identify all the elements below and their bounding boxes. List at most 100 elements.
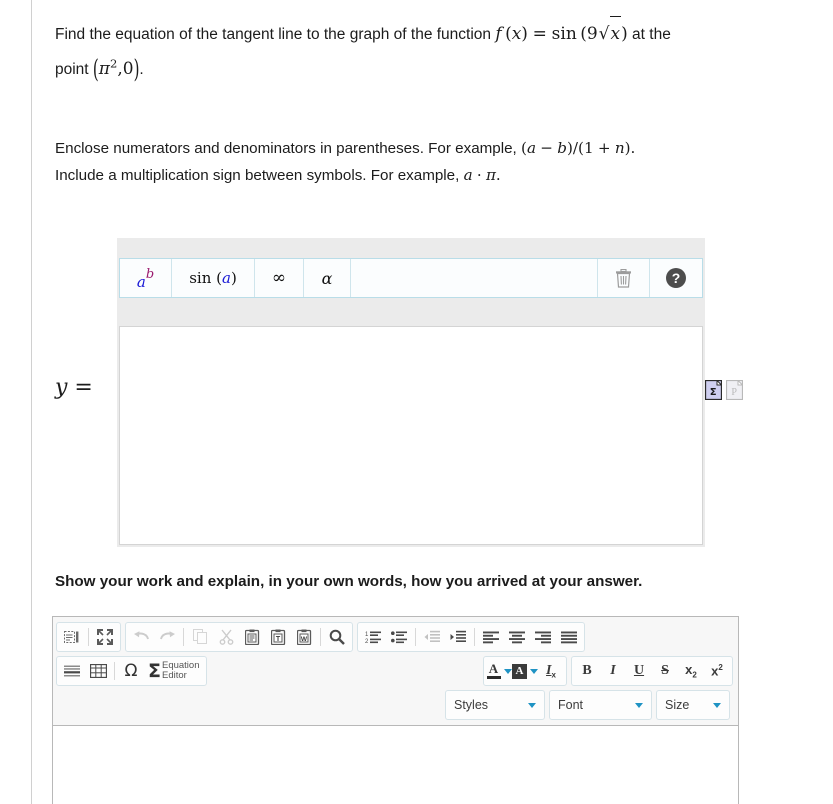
math-answer-input[interactable]: [119, 326, 703, 545]
editor-group-insert: Ω Σ Equation Editor: [56, 656, 207, 686]
svg-text:Σ: Σ: [710, 387, 717, 398]
sin-suffix-label: ): [230, 269, 237, 287]
numbered-list-icon[interactable]: 1 2: [360, 624, 386, 650]
problem-line1-pre: Find the equation of the tangent line to…: [55, 26, 496, 43]
size-dropdown[interactable]: Size: [656, 690, 730, 720]
text-color-icon[interactable]: A: [486, 658, 512, 684]
font-dropdown[interactable]: Font: [549, 690, 652, 720]
page-left-divider: [31, 0, 32, 804]
svg-text:1: 1: [365, 632, 369, 638]
sin-prefix-label: sin (: [189, 269, 222, 287]
problem-line2-pre: point: [55, 61, 93, 78]
exponent-exp-label: b: [145, 267, 155, 282]
sigma-icon: Σ: [148, 660, 161, 682]
strikethrough-icon[interactable]: S: [652, 658, 678, 684]
paste-text-icon[interactable]: T: [265, 624, 291, 650]
infinity-button[interactable]: ∞: [255, 259, 304, 297]
subscript-icon[interactable]: x2: [678, 658, 704, 684]
svg-text:W: W: [300, 636, 307, 643]
point-coordinates: (π2,0): [92, 53, 140, 85]
editor-toolbar-row-1: T W 1 2: [55, 620, 736, 654]
styles-dropdown-label: Styles: [454, 698, 489, 712]
rich-text-editor: T W 1 2 Ω Σ Equation Editor A A I x B I …: [52, 616, 739, 804]
function-definition: f (x) = sin (9√x): [495, 16, 628, 44]
problem-statement: Find the equation of the tangent line to…: [55, 16, 833, 87]
chevron-down-icon: [635, 702, 643, 708]
clear-answer-button[interactable]: [598, 259, 650, 297]
cut-icon[interactable]: [213, 624, 239, 650]
equation-editor-label-line2: Editor: [161, 670, 187, 681]
show-blocks-icon[interactable]: [59, 624, 85, 650]
help-icon: ?: [666, 268, 686, 288]
math-toolbar-spacer: [351, 259, 598, 297]
editor-content-area[interactable]: [53, 726, 738, 804]
align-left-icon[interactable]: [478, 624, 504, 650]
sin-arg-label: a: [221, 269, 231, 287]
instruction-line-2: Include a multiplication sign between sy…: [55, 166, 501, 184]
editor-toolbar-row-3: Styles Font Size: [55, 688, 736, 722]
background-color-icon[interactable]: A: [512, 658, 538, 684]
remove-format-icon[interactable]: Ix: [538, 658, 564, 684]
toolbar-separator: [88, 628, 89, 646]
svg-text:T: T: [275, 636, 280, 643]
maximize-icon[interactable]: [92, 624, 118, 650]
equation-preview-icon[interactable]: Σ: [705, 380, 722, 400]
chevron-down-icon: [713, 702, 721, 708]
editor-toolbar-row-2: Ω Σ Equation Editor A A I x B I U S x2 x…: [55, 654, 736, 688]
editor-group-clipboard: T W: [125, 622, 353, 652]
answer-prefix-label: y =: [55, 375, 93, 400]
paste-icon[interactable]: [239, 624, 265, 650]
exponent-button[interactable]: ab: [120, 259, 172, 297]
exponent-base-label: a: [136, 273, 146, 291]
editor-group-basic-styles: B I U S x2 x2: [571, 656, 733, 686]
table-icon[interactable]: [85, 658, 111, 684]
chevron-down-icon[interactable]: [503, 668, 512, 674]
chevron-down-icon: [528, 702, 536, 708]
find-icon[interactable]: [324, 624, 350, 650]
trash-icon: [616, 268, 631, 288]
math-answer-widget: ab sin (a) ∞ α ?: [117, 238, 705, 547]
bulleted-list-icon[interactable]: [386, 624, 412, 650]
italic-icon[interactable]: I: [600, 658, 626, 684]
equation-editor-button[interactable]: Σ Equation Editor: [144, 658, 204, 684]
toolbar-separator: [474, 628, 475, 646]
superscript-icon[interactable]: x2: [704, 658, 730, 684]
answer-prefix-text: y =: [55, 375, 93, 400]
problem-line1-post: at the: [627, 26, 671, 43]
chevron-down-icon[interactable]: [530, 668, 538, 674]
editor-group-document: [56, 622, 121, 652]
align-center-icon[interactable]: [504, 624, 530, 650]
bold-icon[interactable]: B: [574, 658, 600, 684]
answer-preview-icons: Σ P: [705, 380, 743, 400]
show-work-heading: Show your work and explain, in your own …: [55, 573, 643, 590]
outdent-icon[interactable]: [419, 624, 445, 650]
math-help-button[interactable]: ?: [650, 259, 702, 297]
plain-preview-icon[interactable]: P: [726, 380, 743, 400]
math-editor-toolbar: ab sin (a) ∞ α ?: [119, 258, 703, 298]
editor-formatting-groups: A A Ix B I U S x2 x2: [482, 654, 736, 688]
editor-toolbar: T W 1 2 Ω Σ Equation Editor A A I x B I …: [53, 617, 738, 726]
paste-word-icon[interactable]: W: [291, 624, 317, 650]
fraction-example: (a − b)/(1 + n).: [521, 139, 636, 157]
instruction-line-1: Enclose numerators and denominators in p…: [55, 139, 636, 157]
copy-icon[interactable]: [187, 624, 213, 650]
toolbar-separator: [415, 628, 416, 646]
special-char-icon[interactable]: Ω: [118, 658, 144, 684]
sine-function-button[interactable]: sin (a): [172, 259, 255, 297]
styles-dropdown[interactable]: Styles: [445, 690, 545, 720]
redo-icon[interactable]: [154, 624, 180, 650]
horizontal-rule-icon[interactable]: [59, 658, 85, 684]
greek-alpha-button[interactable]: α: [304, 259, 351, 297]
toolbar-separator: [183, 628, 184, 646]
underline-icon[interactable]: U: [626, 658, 652, 684]
toolbar-separator: [320, 628, 321, 646]
indent-icon[interactable]: [445, 624, 471, 650]
equation-editor-label-line1: Equation: [161, 659, 200, 671]
problem-page: Find the equation of the tangent line to…: [0, 0, 833, 804]
alpha-icon: α: [321, 268, 333, 288]
problem-line2-post: .: [139, 61, 144, 78]
answer-format-instructions: Enclose numerators and denominators in p…: [55, 135, 831, 189]
align-justify-icon[interactable]: [556, 624, 582, 650]
undo-icon[interactable]: [128, 624, 154, 650]
align-right-icon[interactable]: [530, 624, 556, 650]
